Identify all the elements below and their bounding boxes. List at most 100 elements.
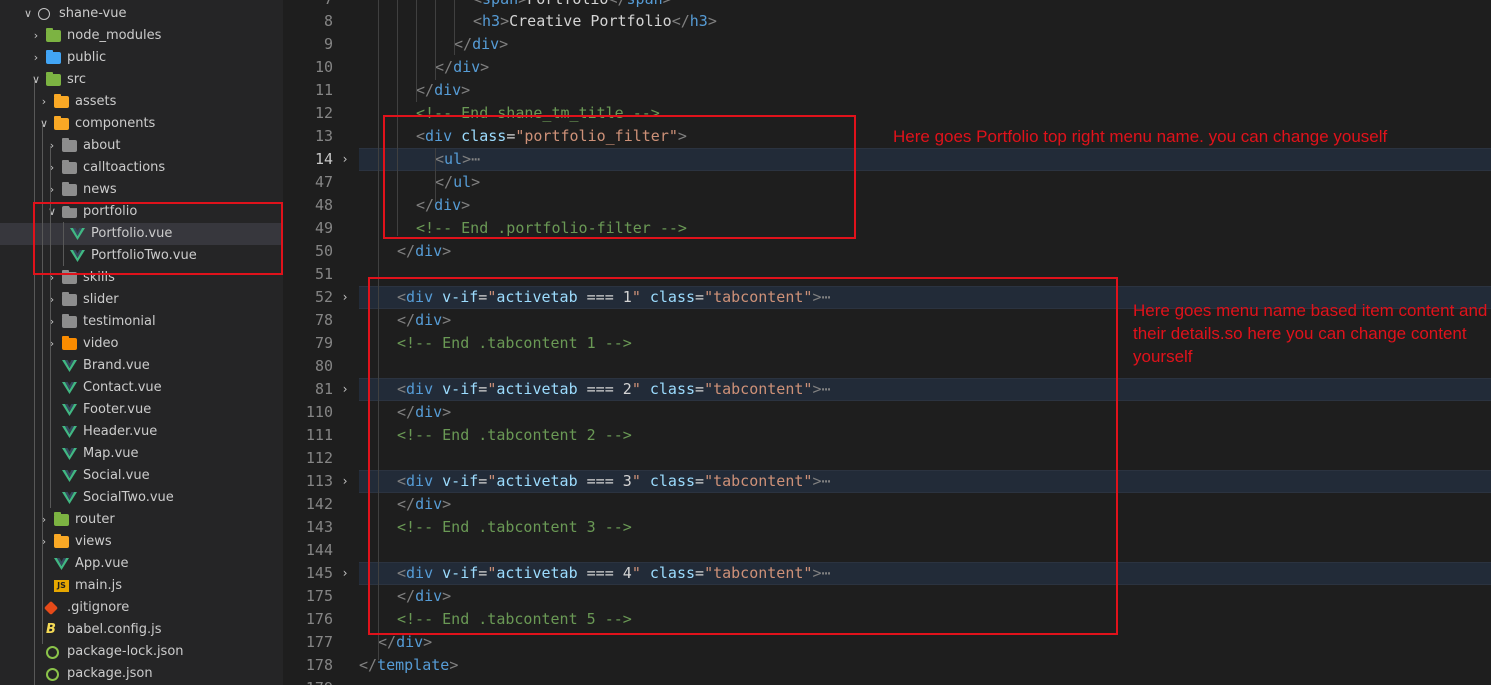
code-token: Creative Portfolio <box>509 12 672 30</box>
tree-item[interactable]: ∨ src <box>0 69 283 91</box>
annotation-note-tabcontent: Here goes menu name based item content a… <box>1133 301 1488 366</box>
chevron-right-icon[interactable]: › <box>46 157 58 179</box>
line-number: 178 <box>305 656 333 674</box>
code-token: < <box>473 12 483 30</box>
line-number: 110 <box>305 403 333 421</box>
code-token: > <box>663 0 672 8</box>
tree-item-label: shane-vue <box>59 6 127 21</box>
vue-file-icon <box>62 382 77 394</box>
code-token: </ <box>671 12 690 30</box>
chevron-right-icon[interactable]: › <box>38 91 50 113</box>
chevron-down-icon[interactable]: ∨ <box>30 69 42 91</box>
code-token: </ <box>608 0 626 8</box>
chevron-right-icon[interactable]: › <box>30 25 42 47</box>
fold-chevron-icon[interactable]: › <box>339 470 351 493</box>
code-token: div <box>472 35 500 53</box>
code-token: > <box>500 12 510 30</box>
line-number: 111 <box>305 426 333 444</box>
code-token: > <box>449 656 459 674</box>
tree-item[interactable]: › public <box>0 47 283 69</box>
json-file-icon <box>46 668 59 681</box>
folder-icon <box>54 94 69 108</box>
chevron-right-icon[interactable]: › <box>46 311 58 333</box>
folder-icon <box>62 138 77 152</box>
tree-item-label: Social.vue <box>83 468 150 483</box>
line-number: 142 <box>305 495 333 513</box>
fold-chevron-icon[interactable]: › <box>339 562 351 585</box>
code-token: h3 <box>482 12 501 30</box>
tree-item-label: Map.vue <box>83 446 139 461</box>
line-number: 10 <box>314 58 333 76</box>
workspace-icon <box>38 8 50 20</box>
line-number: 175 <box>305 587 333 605</box>
folder-icon <box>54 534 69 548</box>
tree-item-label: router <box>75 512 115 527</box>
code-line[interactable]: 9 </div> <box>283 33 1491 56</box>
line-number: 80 <box>314 357 333 375</box>
folder-icon <box>54 116 69 130</box>
line-number: 51 <box>314 265 333 283</box>
chevron-right-icon[interactable]: › <box>46 333 58 355</box>
fold-chevron-icon[interactable]: › <box>339 148 351 171</box>
vue-file-icon <box>54 558 69 570</box>
code-line[interactable]: 10 </div> <box>283 56 1491 79</box>
tree-item-label: .gitignore <box>67 600 130 615</box>
chevron-down-icon[interactable]: ∨ <box>22 3 34 25</box>
code-line[interactable]: 179 <box>283 677 1491 685</box>
annotation-box-explorer <box>33 202 283 275</box>
tree-item-label: video <box>83 336 119 351</box>
folder-icon <box>62 314 77 328</box>
tree-item-label: calltoactions <box>83 160 166 175</box>
tree-item[interactable]: package.json <box>0 663 283 685</box>
chevron-right-icon[interactable]: › <box>46 179 58 201</box>
tree-item[interactable]: › assets <box>0 91 283 113</box>
tree-item-label: news <box>83 182 117 197</box>
tree-item-label: Footer.vue <box>83 402 152 417</box>
chevron-right-icon[interactable]: › <box>38 509 50 531</box>
line-number: 179 <box>283 677 333 685</box>
code-token: h3 <box>689 12 708 30</box>
line-number: 49 <box>314 219 333 237</box>
tree-item[interactable]: ∨ shane-vue <box>0 3 283 25</box>
code-line[interactable]: 50 </div> <box>283 240 1491 263</box>
tree-item-label: slider <box>83 292 119 307</box>
line-number: 8 <box>323 12 333 30</box>
chevron-right-icon[interactable]: › <box>30 47 42 69</box>
fold-chevron-icon[interactable]: › <box>339 378 351 401</box>
code-token: span <box>482 0 518 8</box>
tree-item-label: main.js <box>75 578 122 593</box>
code-token: </ <box>397 242 416 260</box>
vue-file-icon <box>62 404 77 416</box>
tree-item-label: views <box>75 534 112 549</box>
code-token: > <box>518 0 527 8</box>
chevron-right-icon[interactable]: › <box>46 289 58 311</box>
tree-item[interactable]: package-lock.json <box>0 641 283 663</box>
line-number: 176 <box>305 610 333 628</box>
chevron-down-icon[interactable]: ∨ <box>38 113 50 135</box>
tree-item[interactable]: › node_modules <box>0 25 283 47</box>
code-line[interactable]: 8 <h3>Creative Portfolio</h3> <box>283 10 1491 33</box>
vue-file-icon <box>62 426 77 438</box>
chevron-right-icon[interactable]: › <box>38 531 50 553</box>
folder-icon <box>62 292 77 306</box>
code-line[interactable]: 178 </template> <box>283 654 1491 677</box>
code-token: > <box>499 35 509 53</box>
folder-icon <box>62 336 77 350</box>
tree-item-label: Header.vue <box>83 424 158 439</box>
babel-file-icon: B <box>46 622 56 637</box>
code-text: </div> <box>397 240 451 263</box>
chevron-right-icon[interactable]: › <box>46 135 58 157</box>
fold-chevron-icon[interactable]: › <box>339 286 351 309</box>
indent-guide <box>435 0 436 80</box>
tree-item-label: src <box>67 72 86 87</box>
line-number: 11 <box>314 81 333 99</box>
code-line[interactable]: 11 </div> <box>283 79 1491 102</box>
indent-guide <box>50 146 51 508</box>
code-text: </div> <box>435 56 489 79</box>
vue-file-icon <box>62 448 77 460</box>
code-token: </ <box>378 633 397 651</box>
code-token: </ <box>359 656 378 674</box>
line-number: 112 <box>305 449 333 467</box>
tree-item-label: SocialTwo.vue <box>83 490 174 505</box>
line-number: 52 <box>314 288 333 306</box>
